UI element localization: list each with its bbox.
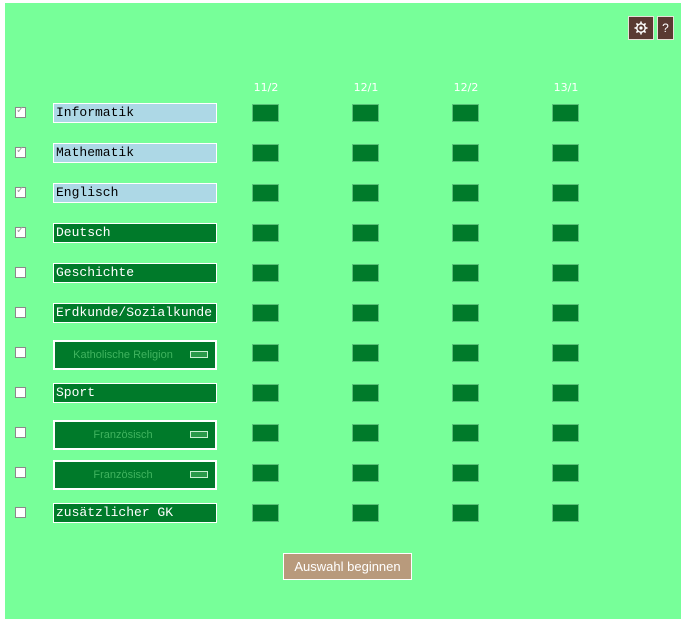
semester-cell[interactable] bbox=[452, 424, 479, 442]
semester-cell[interactable] bbox=[352, 504, 379, 522]
semester-cell[interactable] bbox=[552, 384, 579, 402]
start-selection-button[interactable]: Auswahl beginnen bbox=[283, 553, 412, 580]
gear-icon bbox=[634, 21, 648, 35]
semester-cell[interactable] bbox=[452, 264, 479, 282]
subject-checkbox[interactable] bbox=[15, 185, 26, 198]
subject-select-label: Französisch bbox=[93, 429, 153, 441]
semester-cell[interactable] bbox=[352, 304, 379, 322]
subject-field[interactable]: Erdkunde/Sozialkunde bbox=[53, 303, 217, 323]
semester-cell[interactable] bbox=[452, 384, 479, 402]
subject-checkbox[interactable] bbox=[15, 347, 26, 358]
semester-cell[interactable] bbox=[252, 144, 279, 162]
subject-field[interactable]: Geschichte bbox=[53, 263, 217, 283]
semester-cell[interactable] bbox=[452, 504, 479, 522]
semester-cell[interactable] bbox=[352, 344, 379, 362]
subject-checkbox[interactable] bbox=[15, 307, 26, 318]
semester-cell[interactable] bbox=[552, 344, 579, 362]
semester-cell[interactable] bbox=[352, 104, 379, 122]
semester-cell[interactable] bbox=[352, 264, 379, 282]
subject-field[interactable]: Englisch bbox=[53, 183, 217, 203]
dropdown-button-icon[interactable] bbox=[190, 471, 208, 478]
semester-cell[interactable] bbox=[552, 224, 579, 242]
semester-cell[interactable] bbox=[552, 264, 579, 282]
semester-cell[interactable] bbox=[552, 304, 579, 322]
settings-button[interactable] bbox=[628, 16, 654, 40]
semester-cell[interactable] bbox=[552, 144, 579, 162]
subject-field[interactable]: Mathematik bbox=[53, 143, 217, 163]
semester-cell[interactable] bbox=[252, 424, 279, 442]
semester-cell[interactable] bbox=[352, 224, 379, 242]
subject-checkbox[interactable] bbox=[15, 105, 26, 118]
help-button[interactable]: ? bbox=[657, 16, 674, 40]
semester-cell[interactable] bbox=[252, 184, 279, 202]
semester-cell[interactable] bbox=[252, 304, 279, 322]
column-header: 13/1 bbox=[553, 81, 579, 94]
semester-cell[interactable] bbox=[552, 184, 579, 202]
subject-select[interactable]: Französisch bbox=[53, 460, 217, 490]
semester-cell[interactable] bbox=[252, 224, 279, 242]
semester-cell[interactable] bbox=[452, 224, 479, 242]
subject-checkbox[interactable] bbox=[15, 225, 26, 238]
subject-checkbox[interactable] bbox=[15, 427, 26, 438]
semester-cell[interactable] bbox=[252, 464, 279, 482]
subject-select[interactable]: Französisch bbox=[53, 420, 217, 450]
dropdown-button-icon[interactable] bbox=[190, 351, 208, 358]
semester-cell[interactable] bbox=[552, 504, 579, 522]
semester-cell[interactable] bbox=[452, 344, 479, 362]
semester-cell[interactable] bbox=[252, 504, 279, 522]
subject-field[interactable]: Deutsch bbox=[53, 223, 217, 243]
subject-select-label: Katholische Religion bbox=[73, 349, 173, 361]
subject-checkbox[interactable] bbox=[15, 507, 26, 518]
column-header: 12/2 bbox=[453, 81, 479, 94]
dropdown-button-icon[interactable] bbox=[190, 431, 208, 438]
semester-cell[interactable] bbox=[252, 384, 279, 402]
main-panel: ? 11/2 12/1 12/2 13/1 Informatik Mathematik E… bbox=[5, 3, 681, 619]
semester-cell[interactable] bbox=[352, 144, 379, 162]
subject-checkbox[interactable] bbox=[15, 267, 26, 278]
semester-cell[interactable] bbox=[252, 344, 279, 362]
subject-field[interactable]: zusätzlicher GK bbox=[53, 503, 217, 523]
semester-cell[interactable] bbox=[252, 104, 279, 122]
semester-cell[interactable] bbox=[452, 464, 479, 482]
semester-cell[interactable] bbox=[452, 104, 479, 122]
semester-cell[interactable] bbox=[552, 104, 579, 122]
subject-select[interactable]: Katholische Religion bbox=[53, 340, 217, 370]
semester-cell[interactable] bbox=[452, 304, 479, 322]
semester-cell[interactable] bbox=[452, 184, 479, 202]
semester-cell[interactable] bbox=[252, 264, 279, 282]
subject-field[interactable]: Sport bbox=[53, 383, 217, 403]
semester-cell[interactable] bbox=[352, 184, 379, 202]
semester-cell[interactable] bbox=[352, 424, 379, 442]
column-header: 11/2 bbox=[253, 81, 279, 94]
subject-field[interactable]: Informatik bbox=[53, 103, 217, 123]
semester-cell[interactable] bbox=[352, 464, 379, 482]
semester-cell[interactable] bbox=[552, 464, 579, 482]
column-header: 12/1 bbox=[353, 81, 379, 94]
subject-select-label: Französisch bbox=[93, 469, 153, 481]
subject-checkbox[interactable] bbox=[15, 467, 26, 478]
subject-checkbox[interactable] bbox=[15, 145, 26, 158]
subject-checkbox[interactable] bbox=[15, 387, 26, 398]
semester-cell[interactable] bbox=[452, 144, 479, 162]
semester-cell[interactable] bbox=[552, 424, 579, 442]
semester-cell[interactable] bbox=[352, 384, 379, 402]
